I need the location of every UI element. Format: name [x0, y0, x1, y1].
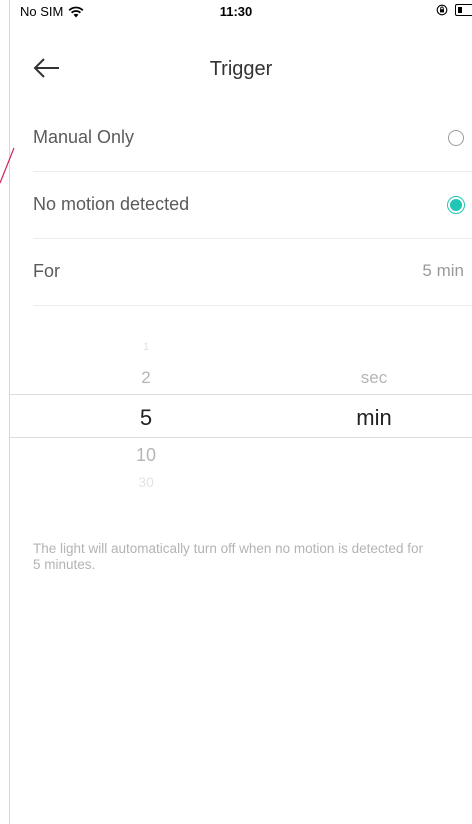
option-no-motion[interactable]: No motion detected [33, 172, 472, 239]
status-right [436, 4, 472, 16]
orientation-lock-icon [436, 4, 448, 16]
hint-text: The light will automatically turn off wh… [33, 541, 423, 572]
status-bar: No SIM 11:30 [0, 0, 472, 24]
radio-unselected-icon[interactable] [448, 130, 464, 146]
picker-number[interactable]: 1 [86, 341, 206, 353]
duration-label: For [33, 261, 60, 281]
pink-annotation-line [0, 147, 15, 184]
option-label: Manual Only [33, 127, 135, 147]
picker-unit-selected[interactable]: min [314, 405, 434, 431]
duration-row[interactable]: For 5 min [33, 239, 472, 306]
duration-value: 5 min [422, 261, 464, 280]
picker-unit[interactable]: sec [314, 368, 434, 388]
radio-selected-icon[interactable] [448, 197, 464, 213]
status-time: 11:30 [219, 4, 253, 19]
battery-icon [455, 4, 472, 16]
duration-picker[interactable]: 1 2 5 10 30 sec min [10, 333, 472, 493]
option-manual-only[interactable]: Manual Only [33, 105, 472, 172]
picker-number[interactable]: 30 [86, 474, 206, 490]
picker-number[interactable]: 10 [86, 445, 206, 466]
navigation-bar: Trigger [10, 44, 472, 94]
option-label: No motion detected [33, 194, 190, 214]
page-title: Trigger [209, 58, 273, 80]
picker-number[interactable]: 2 [86, 368, 206, 388]
picker-number-selected[interactable]: 5 [86, 405, 206, 431]
